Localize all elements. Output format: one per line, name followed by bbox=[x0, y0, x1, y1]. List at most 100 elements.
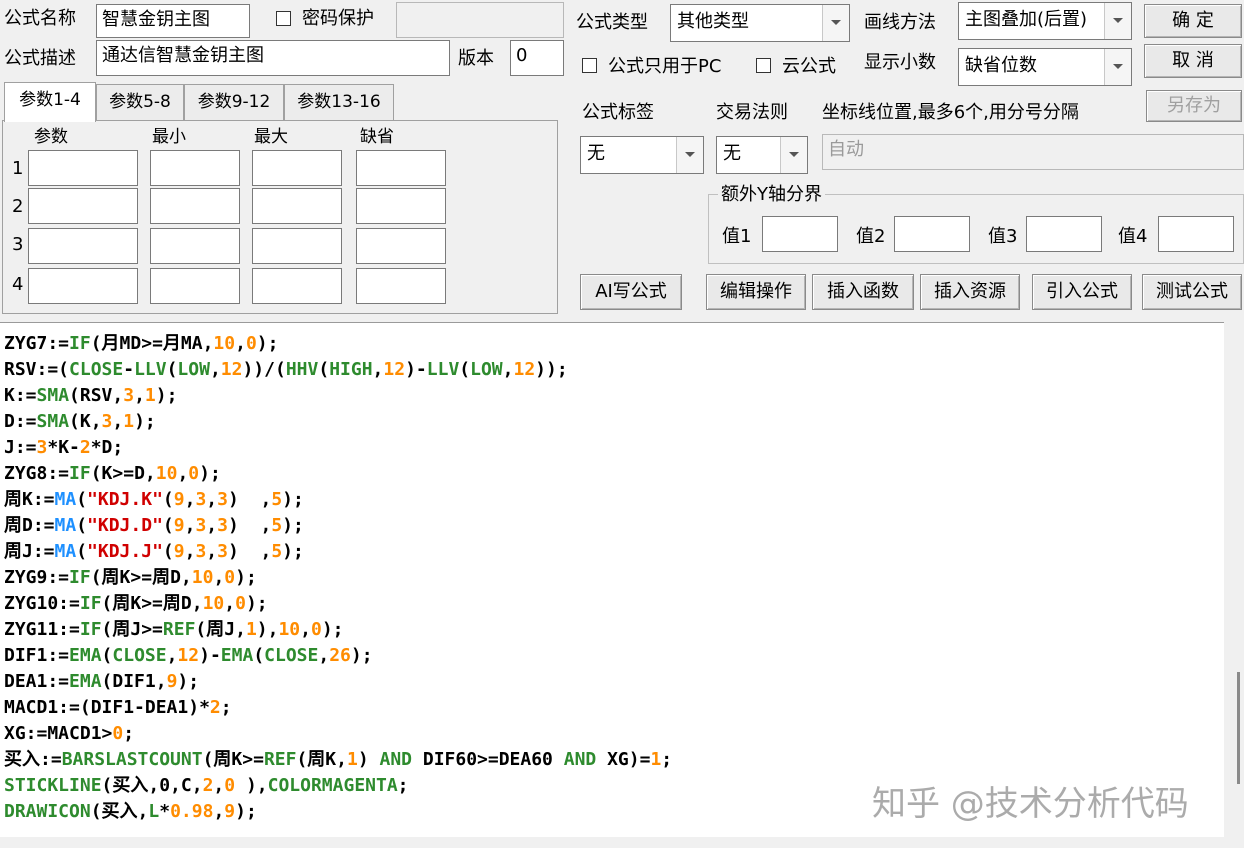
scrollbar-thumb[interactable] bbox=[1237, 672, 1240, 784]
code-line: ZYG8:=IF(K>=D,10,0); bbox=[4, 461, 672, 487]
code-token: (K, bbox=[69, 411, 102, 432]
value3-input[interactable] bbox=[1026, 216, 1102, 252]
password-input[interactable] bbox=[396, 2, 564, 38]
decimals-value: 缺省位数 bbox=[965, 55, 1037, 76]
code-token: SMA bbox=[36, 385, 70, 406]
trade-rule-label: 交易法则 bbox=[716, 102, 788, 123]
code-line: 买入:=BARSLASTCOUNT(周K>=REF(周K,1) AND DIF6… bbox=[4, 747, 672, 773]
param-1-default-input[interactable] bbox=[356, 150, 446, 186]
code-token: IF bbox=[79, 619, 102, 640]
code-token: 1 bbox=[144, 385, 156, 406]
pc-only-checkbox[interactable] bbox=[582, 58, 597, 73]
chevron-down-icon[interactable] bbox=[822, 5, 849, 41]
value1-input[interactable] bbox=[762, 216, 838, 252]
code-token: ( bbox=[162, 515, 174, 536]
code-token: )- bbox=[199, 645, 221, 666]
cloud-label: 云公式 bbox=[782, 56, 836, 77]
edit-ops-button[interactable]: 编辑操作 bbox=[706, 274, 806, 310]
code-token: HHV bbox=[285, 359, 319, 380]
value4-label: 值4 bbox=[1118, 226, 1148, 247]
formula-tag-select[interactable]: 无 bbox=[580, 136, 704, 174]
code-token: MA bbox=[54, 515, 77, 536]
draw-method-select[interactable]: 主图叠加(后置) bbox=[958, 2, 1132, 40]
save-as-button[interactable]: 另存为 bbox=[1146, 90, 1242, 122]
code-token: 1 bbox=[245, 619, 257, 640]
param-2-max-input[interactable] bbox=[252, 188, 342, 224]
code-token: 10 bbox=[213, 333, 236, 354]
tab-params-1-4[interactable]: 参数1-4 bbox=[4, 82, 96, 122]
code-token: ZYG10:= bbox=[4, 593, 80, 614]
param-2-default-input[interactable] bbox=[356, 188, 446, 224]
tab-params-5-8[interactable]: 参数5-8 bbox=[96, 84, 184, 120]
code-token: 周D:= bbox=[4, 515, 55, 536]
tab-params-13-16[interactable]: 参数13-16 bbox=[284, 84, 394, 120]
param-header-max: 最大 bbox=[254, 127, 288, 147]
formula-type-select[interactable]: 其他类型 bbox=[670, 4, 850, 42]
code-token: MACD1:=(DIF1-DEA1)* bbox=[4, 697, 210, 718]
trade-rule-select[interactable]: 无 bbox=[716, 136, 808, 174]
code-token: (月MD>=月MA, bbox=[90, 333, 214, 354]
param-3-min-input[interactable] bbox=[150, 228, 240, 264]
insert-function-button[interactable]: 插入函数 bbox=[812, 274, 914, 310]
password-checkbox[interactable] bbox=[276, 11, 291, 26]
code-token: IF bbox=[69, 463, 91, 484]
code-content[interactable]: ZYG7:=IF(月MD>=月MA,10,0); RSV:=(CLOSE-LLV(… bbox=[4, 331, 672, 825]
code-token: DEA1:= bbox=[4, 671, 70, 692]
import-formula-button[interactable]: 引入公式 bbox=[1032, 274, 1132, 310]
value2-input[interactable] bbox=[894, 216, 970, 252]
chevron-down-icon[interactable] bbox=[780, 137, 807, 173]
param-4-name-input[interactable] bbox=[28, 268, 138, 304]
cloud-checkbox[interactable] bbox=[756, 58, 771, 73]
param-2-min-input[interactable] bbox=[150, 188, 240, 224]
code-token: ; bbox=[397, 775, 409, 796]
code-token: ); bbox=[177, 671, 200, 692]
version-input[interactable]: 0 bbox=[510, 40, 564, 76]
param-3-name-input[interactable] bbox=[28, 228, 138, 264]
code-line: J:=3*K-2*D; bbox=[4, 435, 672, 461]
code-token: DIF1:= bbox=[4, 645, 70, 666]
tab-params-9-12[interactable]: 参数9-12 bbox=[184, 84, 284, 120]
code-token: XG:=MACD1> bbox=[4, 723, 113, 744]
param-3-max-input[interactable] bbox=[252, 228, 342, 264]
code-token: 0 bbox=[235, 593, 246, 614]
value4-input[interactable] bbox=[1158, 216, 1234, 252]
code-token: LOW bbox=[177, 359, 210, 380]
param-1-max-input[interactable] bbox=[252, 150, 342, 186]
cancel-button[interactable]: 取 消 bbox=[1144, 44, 1242, 78]
param-2-name-input[interactable] bbox=[28, 188, 138, 224]
watermark: 知乎 @技术分析代码 bbox=[872, 784, 1189, 824]
ai-formula-button[interactable]: AI写公式 bbox=[580, 274, 682, 310]
formula-desc-input[interactable]: 通达信智慧金钥主图 bbox=[96, 40, 450, 76]
param-1-name-input[interactable] bbox=[28, 150, 138, 186]
chevron-down-icon[interactable] bbox=[1104, 49, 1131, 85]
code-token: )); bbox=[535, 359, 568, 380]
code-token: REF bbox=[263, 749, 297, 770]
editor-scrollbar[interactable] bbox=[1224, 322, 1244, 836]
formula-tag-value: 无 bbox=[587, 143, 605, 164]
code-editor[interactable]: ZYG7:=IF(月MD>=月MA,10,0); RSV:=(CLOSE-LLV(… bbox=[0, 322, 1224, 837]
code-token: 9 bbox=[173, 489, 185, 510]
param-3-default-input[interactable] bbox=[356, 228, 446, 264]
code-token: LLV bbox=[134, 359, 167, 380]
axis-position-input[interactable]: 自动 bbox=[822, 134, 1244, 170]
param-4-max-input[interactable] bbox=[252, 268, 342, 304]
test-formula-button[interactable]: 测试公式 bbox=[1142, 274, 1242, 310]
pc-only-label: 公式只用于PC bbox=[608, 56, 722, 77]
param-4-default-input[interactable] bbox=[356, 268, 446, 304]
param-1-min-input[interactable] bbox=[150, 150, 240, 186]
param-4-min-input[interactable] bbox=[150, 268, 240, 304]
chevron-down-icon[interactable] bbox=[1104, 3, 1131, 39]
insert-resource-button[interactable]: 插入资源 bbox=[920, 274, 1020, 310]
decimals-select[interactable]: 缺省位数 bbox=[958, 48, 1132, 86]
code-token: ZYG8:= bbox=[4, 463, 70, 484]
code-token: ZYG11:= bbox=[4, 619, 80, 640]
code-token: (买入,0,C, bbox=[101, 775, 203, 796]
code-token: CLOSE bbox=[112, 645, 167, 666]
code-token: , bbox=[206, 489, 218, 510]
code-token: , bbox=[184, 541, 196, 562]
chevron-down-icon[interactable] bbox=[676, 137, 703, 173]
ok-button[interactable]: 确 定 bbox=[1144, 4, 1242, 38]
param-header-default: 缺省 bbox=[360, 127, 394, 147]
code-token: REF bbox=[162, 619, 196, 640]
formula-name-input[interactable]: 智慧金钥主图 bbox=[96, 4, 250, 38]
